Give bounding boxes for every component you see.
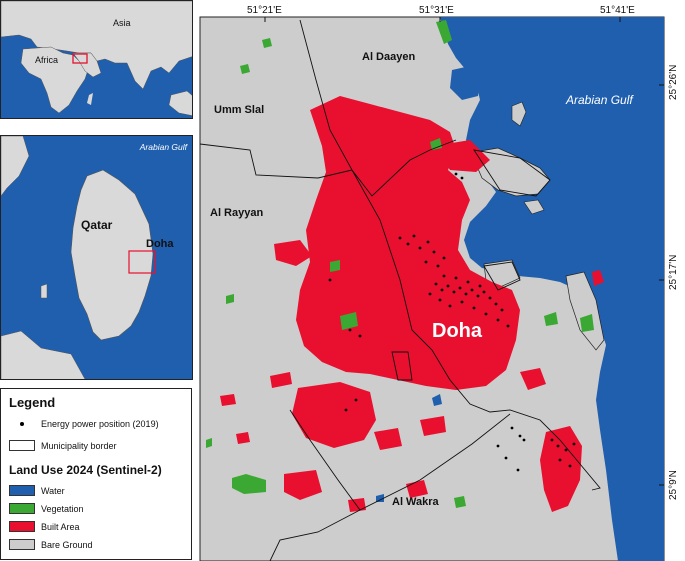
gulf-label: Arabian Gulf: [565, 93, 634, 107]
lon-tick-2: 51°31'E: [419, 5, 454, 16]
al-daayen-label: Al Daayen: [362, 51, 415, 63]
doha-label: Doha: [432, 320, 483, 342]
lat-tick-3: 25°9'N: [668, 470, 679, 500]
al-rayyan-label: Al Rayyan: [210, 207, 263, 219]
lat-tick-2: 25°17'N: [668, 255, 679, 290]
al-wakra-label: Al Wakra: [392, 496, 440, 508]
main-map: 51°21'E 51°31'E 51°41'E 25°26'N 25°17'N …: [199, 5, 679, 561]
lat-tick-1: 25°26'N: [668, 65, 679, 100]
lon-tick-3: 51°41'E: [600, 5, 635, 16]
lon-tick-1: 51°21'E: [247, 5, 282, 16]
umm-slal-label: Umm Slal: [214, 104, 264, 116]
